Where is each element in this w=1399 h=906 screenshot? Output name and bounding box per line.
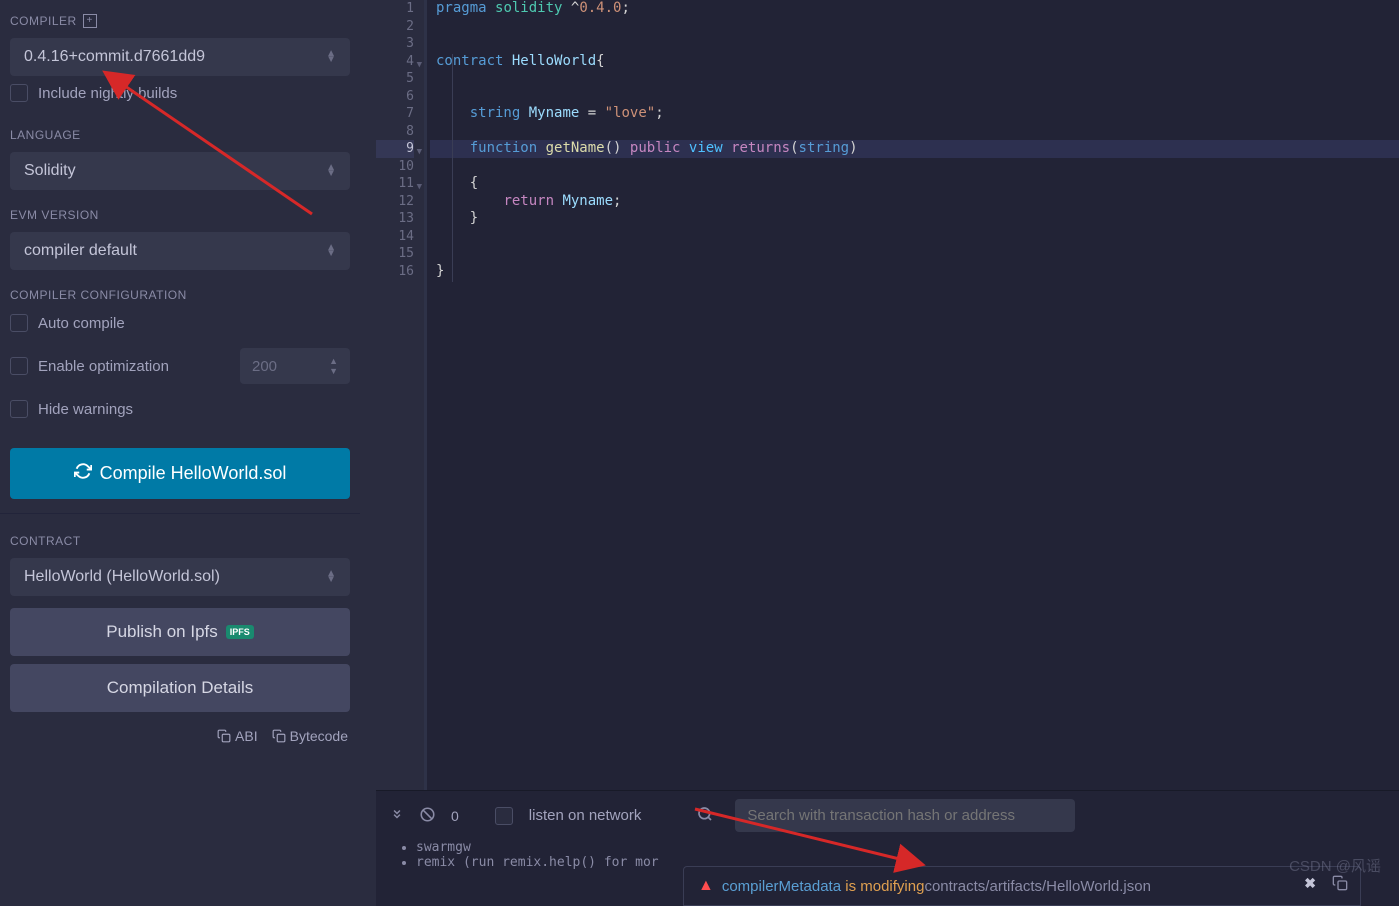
- nightly-checkbox[interactable]: [10, 84, 28, 102]
- notification-toast: ▲ compilerMetadata is modifyingcontracts…: [683, 866, 1361, 906]
- add-compiler-icon[interactable]: +: [83, 14, 97, 28]
- notif-module: compilerMetadata: [722, 878, 841, 895]
- chevron-updown-icon: ▲▼: [329, 356, 338, 376]
- listen-label: listen on network: [529, 807, 642, 824]
- notif-path: contracts/artifacts/HelloWorld.json: [924, 878, 1150, 895]
- listen-checkbox[interactable]: [495, 807, 513, 825]
- search-input[interactable]: [735, 799, 1075, 832]
- compiler-section-label: COMPILER +: [10, 10, 350, 32]
- line-gutter: 1234▼56789▼1011▼1213141516: [376, 0, 424, 790]
- auto-compile-checkbox[interactable]: [10, 314, 28, 332]
- chevron-updown-icon: ▲▼: [326, 245, 336, 257]
- ipfs-icon: IPFS: [226, 625, 254, 639]
- auto-compile-label: Auto compile: [38, 315, 125, 332]
- notif-action: is modifying: [841, 878, 924, 895]
- code-area[interactable]: pragma solidity ^0.4.0;contract HelloWor…: [430, 0, 1399, 280]
- enable-opt-checkbox[interactable]: [10, 357, 28, 375]
- optimization-runs-input[interactable]: 200 ▲▼: [240, 348, 350, 384]
- nightly-label: Include nightly builds: [38, 85, 177, 102]
- contract-dropdown[interactable]: HelloWorld (HelloWorld.sol) ▲▼: [10, 558, 350, 596]
- compile-button[interactable]: Compile HelloWorld.sol: [10, 448, 350, 499]
- search-icon[interactable]: [697, 806, 713, 825]
- evm-dropdown[interactable]: compiler default ▲▼: [10, 232, 350, 270]
- copy-icon[interactable]: [1332, 875, 1348, 894]
- pending-count: 0: [451, 808, 459, 824]
- compiler-config-label: COMPILER CONFIGURATION: [10, 284, 350, 306]
- chevron-updown-icon: ▲▼: [326, 51, 336, 63]
- language-section-label: LANGUAGE: [10, 124, 350, 146]
- evm-section-label: EVM VERSION: [10, 204, 350, 226]
- contract-section-label: CONTRACT: [10, 530, 350, 552]
- bytecode-copy-button[interactable]: Bytecode: [272, 728, 348, 744]
- sidebar: COMPILER + 0.4.16+commit.d7661dd9 ▲▼ Inc…: [0, 0, 360, 906]
- warning-icon: ▲: [698, 877, 714, 895]
- collapse-icon[interactable]: [390, 807, 404, 824]
- enable-opt-label: Enable optimization: [38, 358, 169, 375]
- compiler-dropdown[interactable]: 0.4.16+commit.d7661dd9 ▲▼: [10, 38, 350, 76]
- compilation-details-button[interactable]: Compilation Details: [10, 664, 350, 712]
- abi-copy-button[interactable]: ABI: [217, 728, 258, 744]
- chevron-updown-icon: ▲▼: [326, 165, 336, 177]
- refresh-icon: [74, 462, 92, 485]
- hide-warnings-checkbox[interactable]: [10, 400, 28, 418]
- code-editor[interactable]: 1234▼56789▼1011▼1213141516 pragma solidi…: [376, 0, 1399, 790]
- publish-ipfs-button[interactable]: Publish on Ipfs IPFS: [10, 608, 350, 656]
- language-dropdown[interactable]: Solidity ▲▼: [10, 152, 350, 190]
- clear-icon[interactable]: [420, 807, 435, 825]
- hide-warnings-label: Hide warnings: [38, 401, 133, 418]
- chevron-updown-icon: ▲▼: [326, 571, 336, 583]
- close-icon[interactable]: ✖: [1304, 875, 1316, 892]
